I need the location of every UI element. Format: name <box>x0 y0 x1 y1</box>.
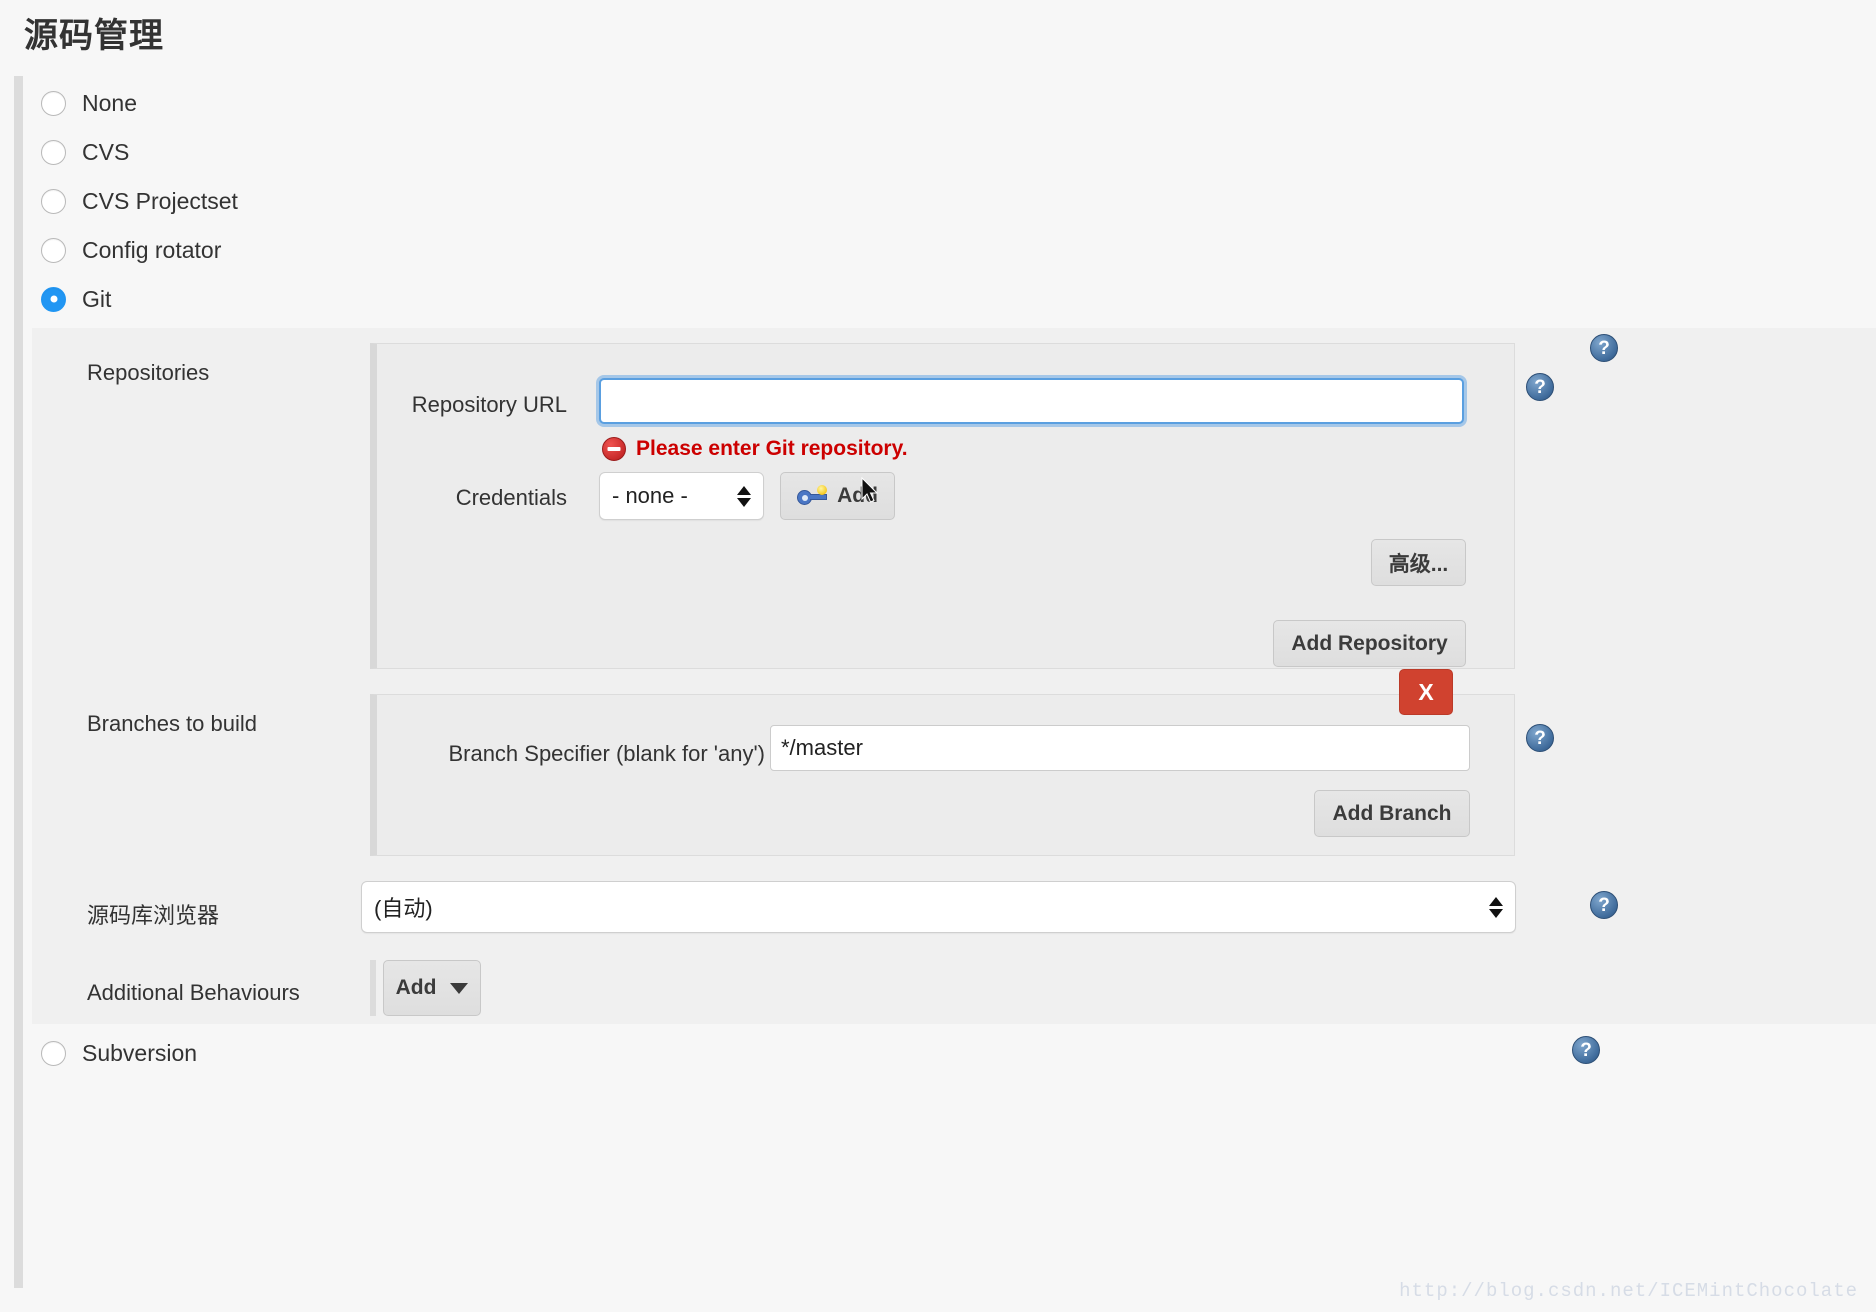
repositories-section-label: Repositories <box>87 360 210 385</box>
select-stepper-icon <box>737 485 751 507</box>
help-icon-repository-browser[interactable]: ? <box>1590 891 1618 919</box>
scm-radio-config-rotator-label: Config rotator <box>82 236 222 263</box>
help-icon-repository-url[interactable]: ? <box>1526 373 1554 401</box>
error-stop-icon <box>602 437 626 461</box>
repository-url-input[interactable] <box>599 378 1464 424</box>
help-icon-glyph: ? <box>1598 894 1610 916</box>
help-icon-glyph: ? <box>1598 337 1610 359</box>
add-branch-button-label: Add Branch <box>1332 801 1452 825</box>
add-branch-button[interactable]: Add Branch <box>1314 790 1470 837</box>
help-icon-branch-specifier[interactable]: ? <box>1526 724 1554 752</box>
scm-radio-none[interactable]: None <box>41 86 137 120</box>
scm-radio-git-label: Git <box>82 285 112 312</box>
scm-radio-git[interactable]: Git <box>41 282 111 316</box>
repository-browser-select-value: (自动) <box>374 896 433 921</box>
help-icon-glyph: ? <box>1580 1039 1592 1061</box>
branch-entry-box: X Branch Specifier (blank for 'any') Add… <box>370 669 1515 856</box>
radio-none-indicator[interactable] <box>41 90 66 116</box>
git-settings-panel: Repositories Repository URL Please enter… <box>32 328 1876 1024</box>
credentials-select-value: - none - <box>612 483 688 508</box>
scm-radio-cvs-projectset-label: CVS Projectset <box>82 187 238 214</box>
scm-radio-config-rotator[interactable]: Config rotator <box>41 233 221 267</box>
add-repository-button[interactable]: Add Repository <box>1273 620 1466 667</box>
advanced-button-label: 高级... <box>1388 552 1449 576</box>
radio-git-indicator[interactable] <box>41 286 66 312</box>
help-icon-glyph: ? <box>1534 727 1546 749</box>
scm-radio-cvs-label: CVS <box>82 138 130 165</box>
branch-specifier-label: Branch Specifier (blank for 'any') <box>448 741 765 766</box>
scm-radio-cvs-projectset[interactable]: CVS Projectset <box>41 184 238 218</box>
branches-section-label: Branches to build <box>87 711 257 736</box>
repository-entry-box: Repository URL Please enter Git reposito… <box>370 343 1515 669</box>
select-stepper-icon <box>1489 896 1503 918</box>
repository-url-error: Please enter Git repository. <box>602 437 908 461</box>
scm-radio-cvs[interactable]: CVS <box>41 135 129 169</box>
additional-behaviours-add-button[interactable]: Add <box>383 960 481 1016</box>
source-code-management-page: 源码管理 None CVS CVS Projectset Config rota… <box>0 0 1876 1312</box>
additional-behaviours-add-label: Add <box>395 976 437 999</box>
key-icon <box>797 485 828 507</box>
scm-options-block: None CVS CVS Projectset Config rotator G… <box>14 76 1876 1288</box>
credentials-select[interactable]: - none - <box>599 472 764 520</box>
radio-cvs-indicator[interactable] <box>41 139 66 165</box>
add-credentials-button[interactable]: Add <box>780 472 895 520</box>
additional-behaviours-rail <box>370 960 376 1016</box>
radio-config-rotator-indicator[interactable] <box>41 237 66 263</box>
help-icon-glyph: ? <box>1534 376 1546 398</box>
repository-url-label: Repository URL <box>411 392 567 417</box>
radio-subversion-indicator[interactable] <box>41 1040 66 1066</box>
add-credentials-button-label: Add <box>837 484 878 507</box>
advanced-button[interactable]: 高级... <box>1371 539 1466 586</box>
radio-cvs-projectset-indicator[interactable] <box>41 188 66 214</box>
repository-browser-select[interactable]: (自动) <box>361 881 1516 933</box>
scm-radio-subversion[interactable]: Subversion <box>41 1036 197 1070</box>
scm-radio-subversion-label: Subversion <box>82 1039 198 1066</box>
repository-browser-label: 源码库浏览器 <box>87 903 220 928</box>
additional-behaviours-label: Additional Behaviours <box>87 980 300 1005</box>
help-icon-subversion[interactable]: ? <box>1572 1036 1600 1064</box>
repository-url-error-text: Please enter Git repository. <box>636 437 908 460</box>
delete-branch-button-label: X <box>1418 678 1434 705</box>
page-title: 源码管理 <box>24 17 164 55</box>
add-repository-button-label: Add Repository <box>1291 631 1448 655</box>
scm-radio-none-label: None <box>82 89 137 116</box>
credentials-label: Credentials <box>455 485 567 510</box>
help-icon-repositories[interactable]: ? <box>1590 334 1618 362</box>
branch-specifier-input[interactable] <box>770 725 1470 771</box>
watermark: http://blog.csdn.net/ICEMintChocolate <box>1399 1280 1858 1302</box>
chevron-down-icon <box>450 982 469 994</box>
delete-branch-button[interactable]: X <box>1399 669 1453 715</box>
